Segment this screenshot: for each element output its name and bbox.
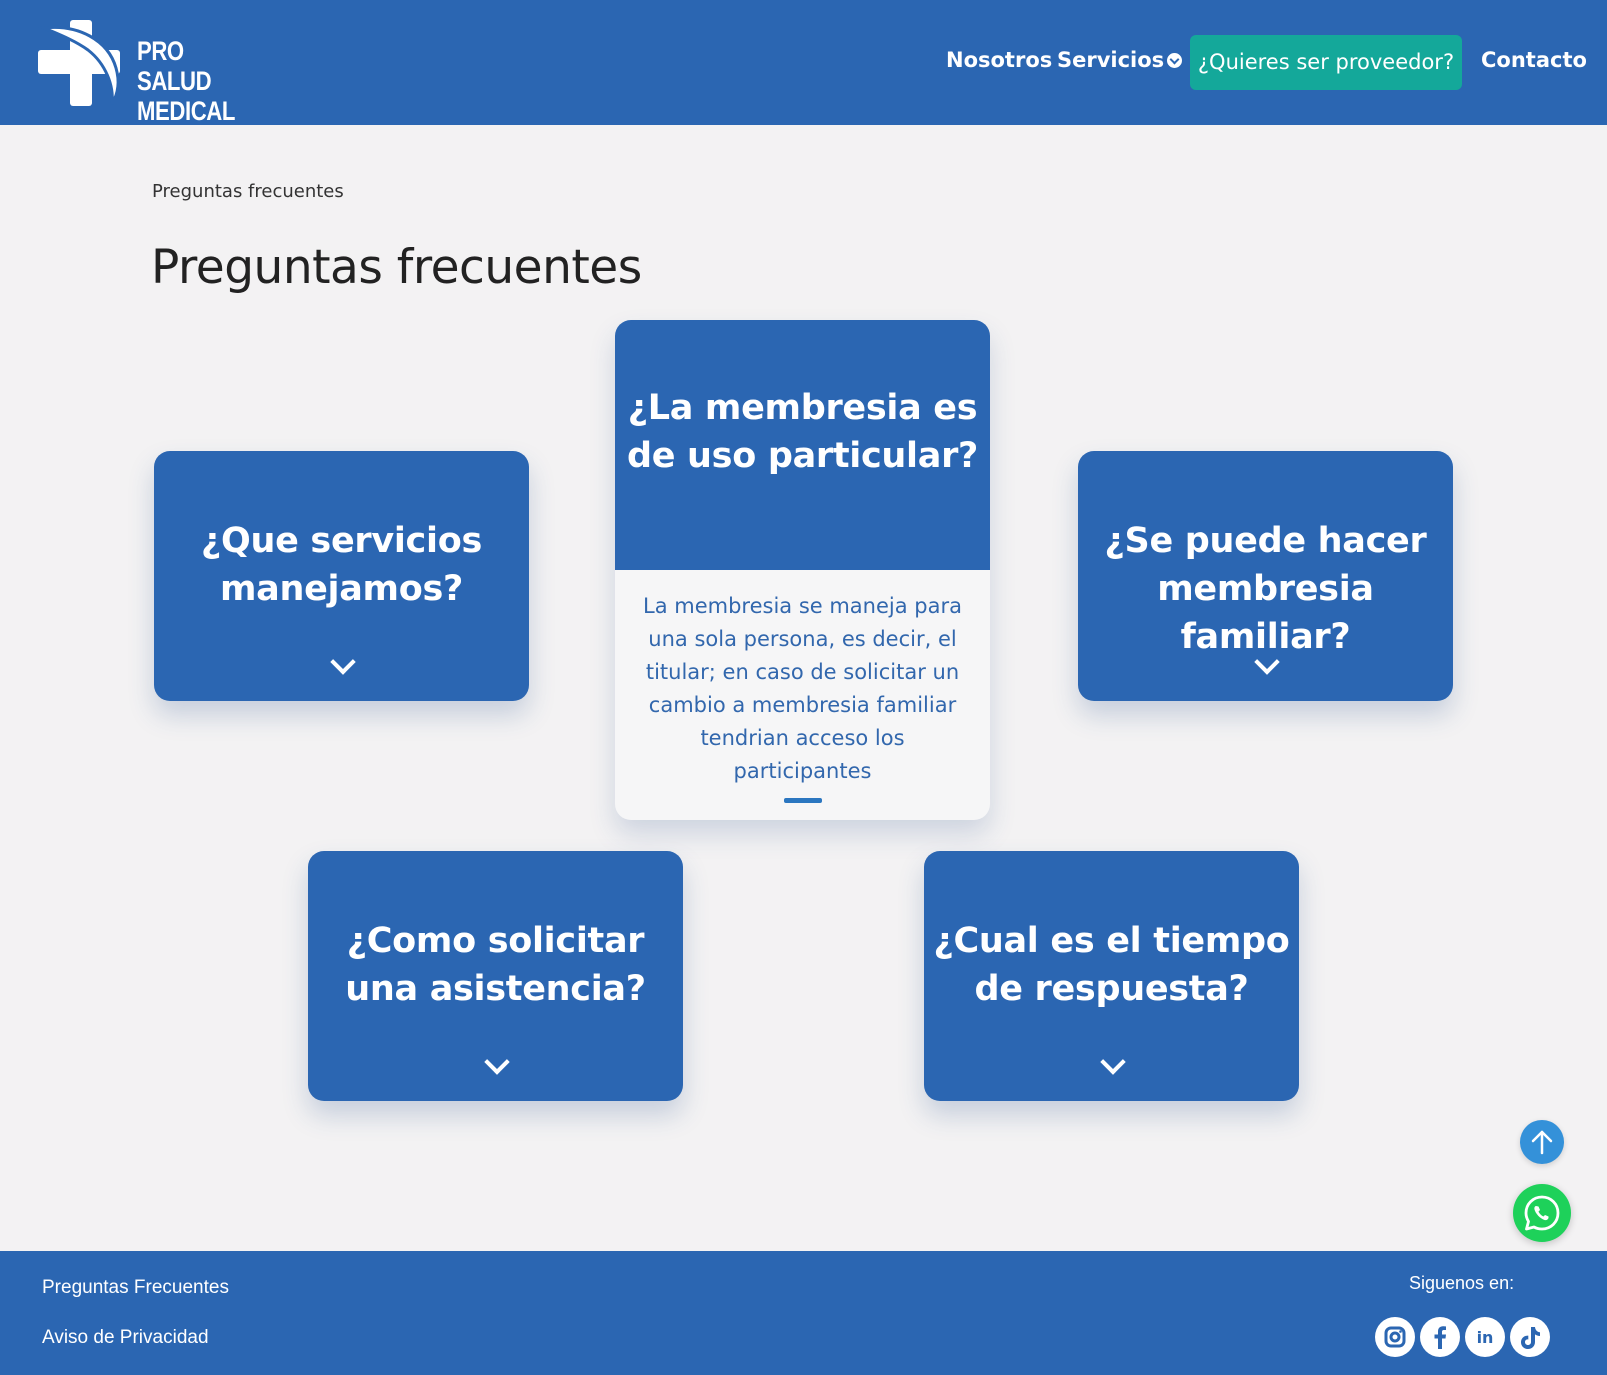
- breadcrumb: Preguntas frecuentes: [152, 181, 344, 202]
- linkedin-icon: in: [1477, 1328, 1494, 1347]
- site-footer: Preguntas Frecuentes Aviso de Privacidad…: [0, 1251, 1607, 1375]
- faq-card-membresia-familiar[interactable]: ¿Se puede hacer membresia familiar?: [1078, 451, 1453, 701]
- faq-card-tiempo-respuesta[interactable]: ¿Cual es el tiempo de respuesta?: [924, 851, 1299, 1101]
- faq-question: ¿Como solicitar una asistencia?: [345, 921, 646, 1009]
- faq-question: ¿Cual es el tiempo de respuesta?: [933, 921, 1290, 1009]
- site-logo[interactable]: PRO SALUD MEDICAL: [38, 20, 268, 126]
- logo-text: PRO SALUD MEDICAL: [137, 36, 244, 126]
- chevron-down-icon: [1167, 53, 1183, 68]
- tiktok-link[interactable]: [1510, 1317, 1550, 1357]
- footer-link-faq[interactable]: Preguntas Frecuentes: [42, 1277, 229, 1299]
- chevron-down-icon: [1101, 1053, 1123, 1075]
- chevron-down-icon: [1255, 653, 1277, 675]
- collapse-indicator: [784, 798, 822, 803]
- facebook-icon: [1434, 1326, 1446, 1349]
- faq-question: ¿La membresia es de uso particular?: [626, 388, 979, 476]
- site-header: PRO SALUD MEDICAL Nosotros Servicios ¿Qu…: [0, 0, 1607, 126]
- proveedor-button[interactable]: ¿Quieres ser proveedor?: [1190, 35, 1462, 90]
- logo-line2: MEDICAL: [137, 96, 235, 126]
- faq-card-asistencia[interactable]: ¿Como solicitar una asistencia?: [308, 851, 683, 1101]
- chevron-down-icon: [485, 1053, 507, 1075]
- nav-contacto[interactable]: Contacto: [1481, 48, 1587, 72]
- facebook-link[interactable]: [1420, 1317, 1460, 1357]
- instagram-link[interactable]: [1375, 1317, 1415, 1357]
- faq-answer: La membresia se maneja para una sola per…: [643, 594, 962, 783]
- faq-question: ¿Se puede hacer membresia familiar?: [1104, 521, 1427, 657]
- logo-line1: PRO SALUD: [137, 36, 212, 96]
- nav-servicios[interactable]: Servicios: [1057, 48, 1183, 72]
- instagram-icon: [1384, 1326, 1406, 1348]
- nav-nosotros[interactable]: Nosotros: [946, 48, 1052, 72]
- footer-link-aviso[interactable]: Aviso de Privacidad: [42, 1327, 209, 1349]
- svg-text:in: in: [1477, 1328, 1494, 1347]
- whatsapp-button[interactable]: [1513, 1184, 1571, 1242]
- scroll-top-button[interactable]: [1520, 1120, 1564, 1164]
- page-title: Preguntas frecuentes: [151, 240, 642, 295]
- medical-cross-logo-icon: [38, 20, 120, 106]
- faq-card-servicios[interactable]: ¿Que servicios manejamos?: [154, 451, 529, 701]
- faq-card-header: ¿La membresia es de uso particular?: [615, 320, 990, 570]
- linkedin-link[interactable]: in: [1465, 1317, 1505, 1357]
- chevron-down-icon: [331, 653, 353, 675]
- tiktok-icon: [1521, 1327, 1540, 1349]
- faq-card-membresia-particular[interactable]: ¿La membresia es de uso particular? La m…: [615, 320, 990, 820]
- follow-label: Siguenos en:: [1409, 1273, 1515, 1293]
- faq-question: ¿Que servicios manejamos?: [201, 521, 482, 609]
- arrow-up-icon: [1531, 1130, 1553, 1155]
- nav-servicios-label: Servicios: [1057, 48, 1165, 72]
- whatsapp-icon: [1524, 1195, 1560, 1231]
